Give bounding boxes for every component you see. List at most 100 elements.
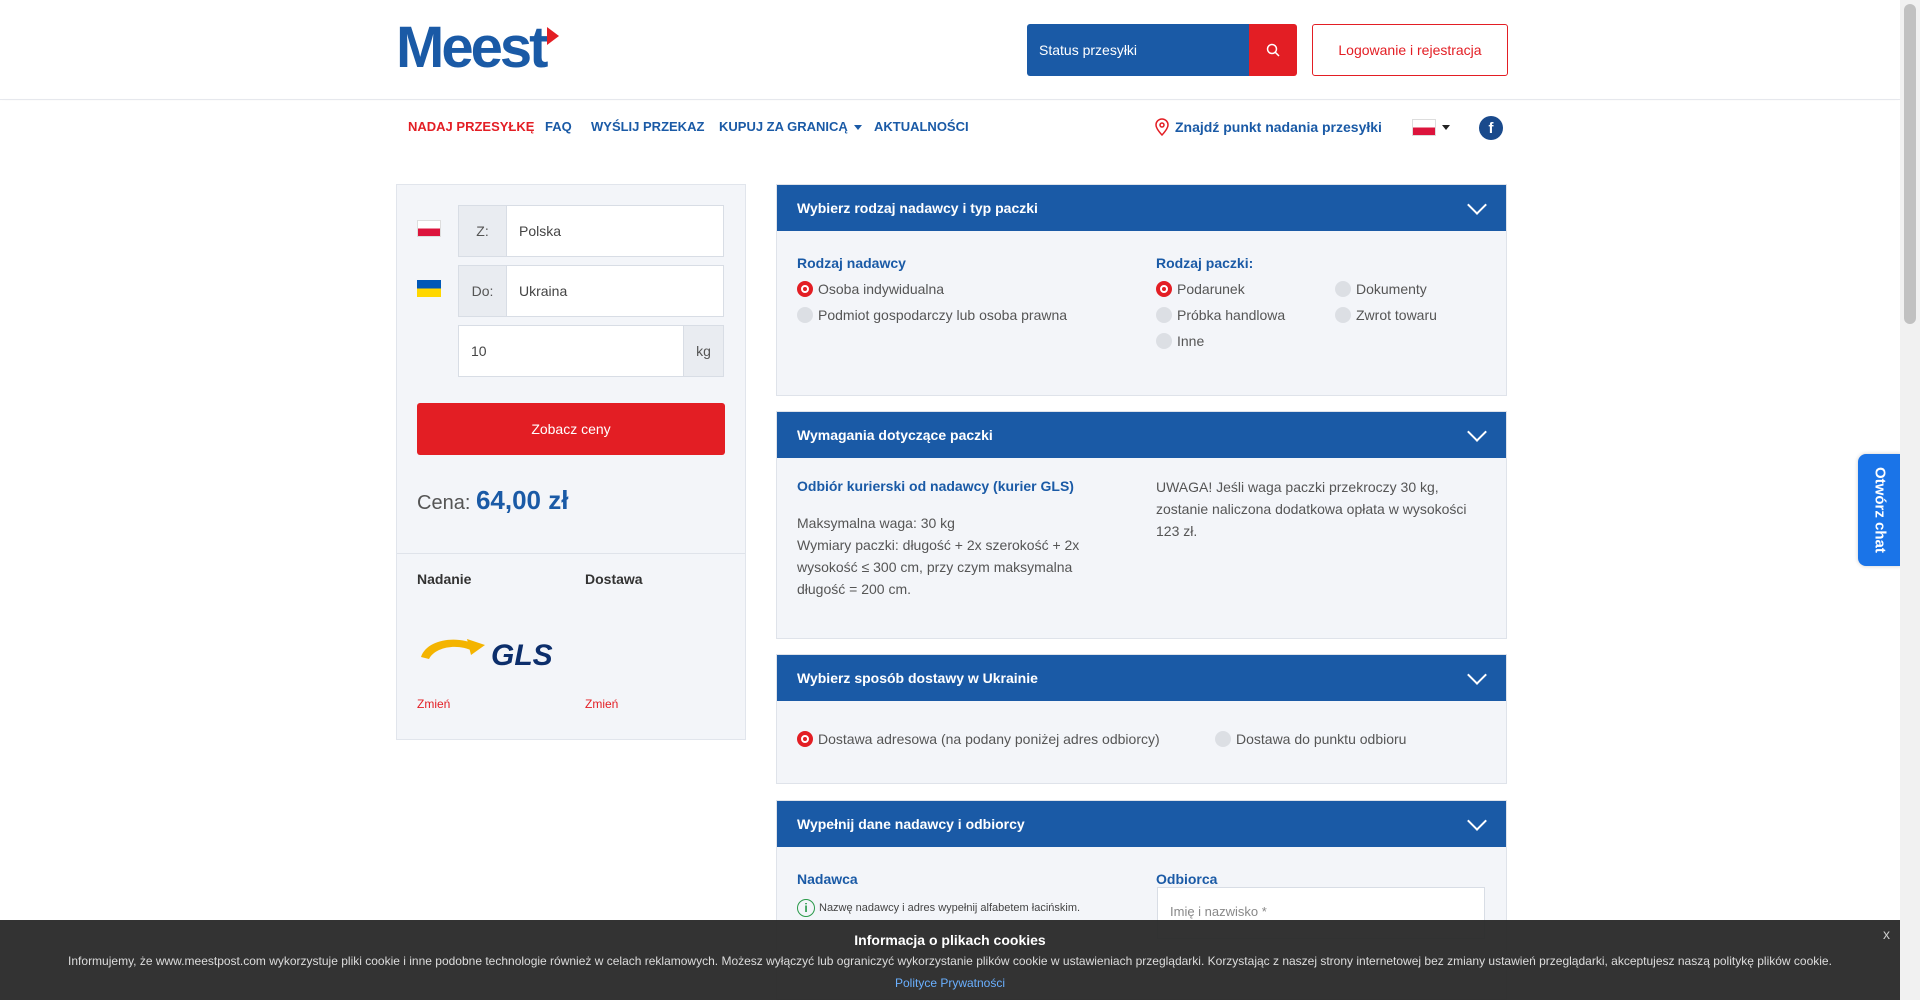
cookie-title: Informacja o plikach cookies <box>854 932 1046 948</box>
price-calculator: Z: Polska Do: Ukraina 10 kg Zobacz ceny … <box>396 184 746 740</box>
radio-selected-icon <box>797 281 813 297</box>
section-header[interactable]: Wybierz rodzaj nadawcy i typ paczki <box>777 185 1506 231</box>
gls-logo-text: GLS <box>491 639 553 672</box>
radio-label: Dokumenty <box>1356 281 1427 297</box>
logo-arrow-icon <box>547 27 560 45</box>
from-country-field[interactable]: Z: Polska <box>458 205 724 257</box>
cookie-banner: Informacja o plikach cookies Informujemy… <box>0 920 1900 1000</box>
to-row: Do: Ukraina <box>417 265 727 317</box>
radio-unselected-icon <box>1156 307 1172 323</box>
from-country-value[interactable]: Polska <box>507 206 723 256</box>
sender-note-text: Nazwę nadawcy i adres wypełnij alfabetem… <box>819 902 1081 914</box>
scrollbar-thumb[interactable] <box>1904 4 1916 324</box>
poland-flag-icon <box>1412 119 1436 136</box>
sender-type-section: Wybierz rodzaj nadawcy i typ paczki Rodz… <box>776 184 1507 396</box>
to-prefix: Do: <box>459 266 507 316</box>
find-point-link[interactable]: Znajdź punkt nadania przesyłki <box>1155 118 1382 136</box>
login-register-button[interactable]: Logowanie i rejestracja <box>1312 24 1508 76</box>
site-header: Meest Status przesyłki Logowanie i rejes… <box>0 0 1900 100</box>
gls-logo: GLS <box>421 639 553 672</box>
privacy-policy-link[interactable]: Polityce Prywatności <box>0 976 1900 990</box>
radio-address-delivery[interactable]: Dostawa adresowa (na podany poniżej adre… <box>797 731 1160 747</box>
radio-selected-icon <box>1156 281 1172 297</box>
nav-faq[interactable]: FAQ <box>545 119 572 134</box>
radio-return[interactable]: Zwrot towaru <box>1335 307 1437 323</box>
package-requirements-section: Wymagania dotyczące paczki Odbiór kurier… <box>776 411 1507 639</box>
sender-type-title: Rodzaj nadawcy <box>797 255 906 271</box>
section-title: Wybierz sposób dostawy w Ukrainie <box>797 670 1038 686</box>
language-selector[interactable] <box>1412 119 1450 136</box>
location-pin-icon <box>1155 118 1169 136</box>
radio-label: Dostawa adresowa (na podany poniżej adre… <box>818 731 1160 747</box>
from-flag <box>417 220 457 242</box>
poland-flag-icon <box>417 220 441 237</box>
open-chat-label: Otwórz chat <box>1871 467 1889 553</box>
radio-label: Zwrot towaru <box>1356 307 1437 323</box>
from-row: Z: Polska <box>417 205 727 257</box>
main-nav: NADAJ PRZESYŁKĘ FAQ WYŚLIJ PRZEKAZ KUPUJ… <box>0 101 1900 155</box>
package-type-title: Rodzaj paczki: <box>1156 255 1254 271</box>
weight-field[interactable]: 10 kg <box>458 325 724 377</box>
from-prefix: Z: <box>459 206 507 256</box>
radio-label: Podmiot gospodarczy lub osoba prawna <box>818 307 1068 323</box>
meest-logo[interactable]: Meest <box>396 15 560 80</box>
chevron-down-icon <box>1467 422 1487 442</box>
nav-send-parcel[interactable]: NADAJ PRZESYŁKĘ <box>408 119 534 134</box>
see-prices-button[interactable]: Zobacz ceny <box>417 403 725 455</box>
scrollbar[interactable] <box>1900 0 1920 1000</box>
divider <box>397 553 745 554</box>
logo-text: Meest <box>396 15 548 80</box>
section-header[interactable]: Wypełnij dane nadawcy i odbiorcy <box>777 801 1506 847</box>
chevron-down-icon <box>1467 811 1487 831</box>
nav-send-transfer[interactable]: WYŚLIJ PRZEKAZ <box>591 119 704 134</box>
radio-unselected-icon <box>1215 731 1231 747</box>
search-button[interactable] <box>1249 24 1297 76</box>
radio-business[interactable]: Podmiot gospodarczy lub osoba prawna <box>797 307 1067 323</box>
radio-gift[interactable]: Podarunek <box>1156 281 1245 297</box>
facebook-icon[interactable]: f <box>1479 116 1503 140</box>
parcel-status-input[interactable]: Status przesyłki <box>1027 24 1249 76</box>
radio-unselected-icon <box>797 307 813 323</box>
radio-sample[interactable]: Próbka handlowa <box>1156 307 1285 323</box>
radio-selected-icon <box>797 731 813 747</box>
radio-individual[interactable]: Osoba indywidualna <box>797 281 944 297</box>
parcel-status-search: Status przesyłki <box>1027 24 1297 76</box>
change-sending-link[interactable]: Zmień <box>417 697 450 711</box>
to-country-field[interactable]: Do: Ukraina <box>458 265 724 317</box>
weight-row: 10 kg <box>417 325 727 377</box>
close-icon[interactable]: x <box>1883 926 1890 942</box>
chevron-down-icon <box>1467 665 1487 685</box>
chevron-down-icon <box>853 125 862 131</box>
info-icon: i <box>797 899 815 917</box>
radio-unselected-icon <box>1335 307 1351 323</box>
radio-unselected-icon <box>1335 281 1351 297</box>
change-delivery-link[interactable]: Zmień <box>585 697 618 711</box>
radio-label: Dostawa do punktu odbioru <box>1236 731 1407 747</box>
weight-unit: kg <box>683 326 723 376</box>
sender-note: i Nazwę nadawcy i adres wypełnij alfabet… <box>797 899 1080 917</box>
section-header[interactable]: Wybierz sposób dostawy w Ukrainie <box>777 655 1506 701</box>
price-label: Cena: <box>417 492 471 514</box>
section-title: Wypełnij dane nadawcy i odbiorcy <box>797 816 1025 832</box>
radio-other[interactable]: Inne <box>1156 333 1204 349</box>
weight-value[interactable]: 10 <box>459 326 683 376</box>
radio-label: Podarunek <box>1177 281 1245 297</box>
chevron-down-icon <box>1467 195 1487 215</box>
weight-warning-text: UWAGA! Jeśli waga paczki przekroczy 30 k… <box>1156 479 1467 539</box>
ukraine-flag-icon <box>417 280 441 297</box>
section-header[interactable]: Wymagania dotyczące paczki <box>777 412 1506 458</box>
nav-buy-abroad-label: KUPUJ ZA GRANICĄ <box>719 119 848 134</box>
sending-label: Nadanie <box>417 571 472 587</box>
recipient-title: Odbiorca <box>1156 871 1218 887</box>
nav-news[interactable]: AKTUALNOŚCI <box>874 119 969 134</box>
dimensions-text: Wymiary paczki: długość + 2x szerokość +… <box>797 537 1080 597</box>
radio-label: Próbka handlowa <box>1177 307 1286 323</box>
radio-pickup-point[interactable]: Dostawa do punktu odbioru <box>1215 731 1406 747</box>
nav-buy-abroad[interactable]: KUPUJ ZA GRANICĄ <box>719 119 862 134</box>
radio-label: Osoba indywidualna <box>818 281 945 297</box>
open-chat-button[interactable]: Otwórz chat <box>1858 454 1902 566</box>
delivery-method-section: Wybierz sposób dostawy w Ukrainie Dostaw… <box>776 654 1507 784</box>
section-title: Wymagania dotyczące paczki <box>797 427 993 443</box>
radio-documents[interactable]: Dokumenty <box>1335 281 1427 297</box>
to-country-value[interactable]: Ukraina <box>507 266 723 316</box>
